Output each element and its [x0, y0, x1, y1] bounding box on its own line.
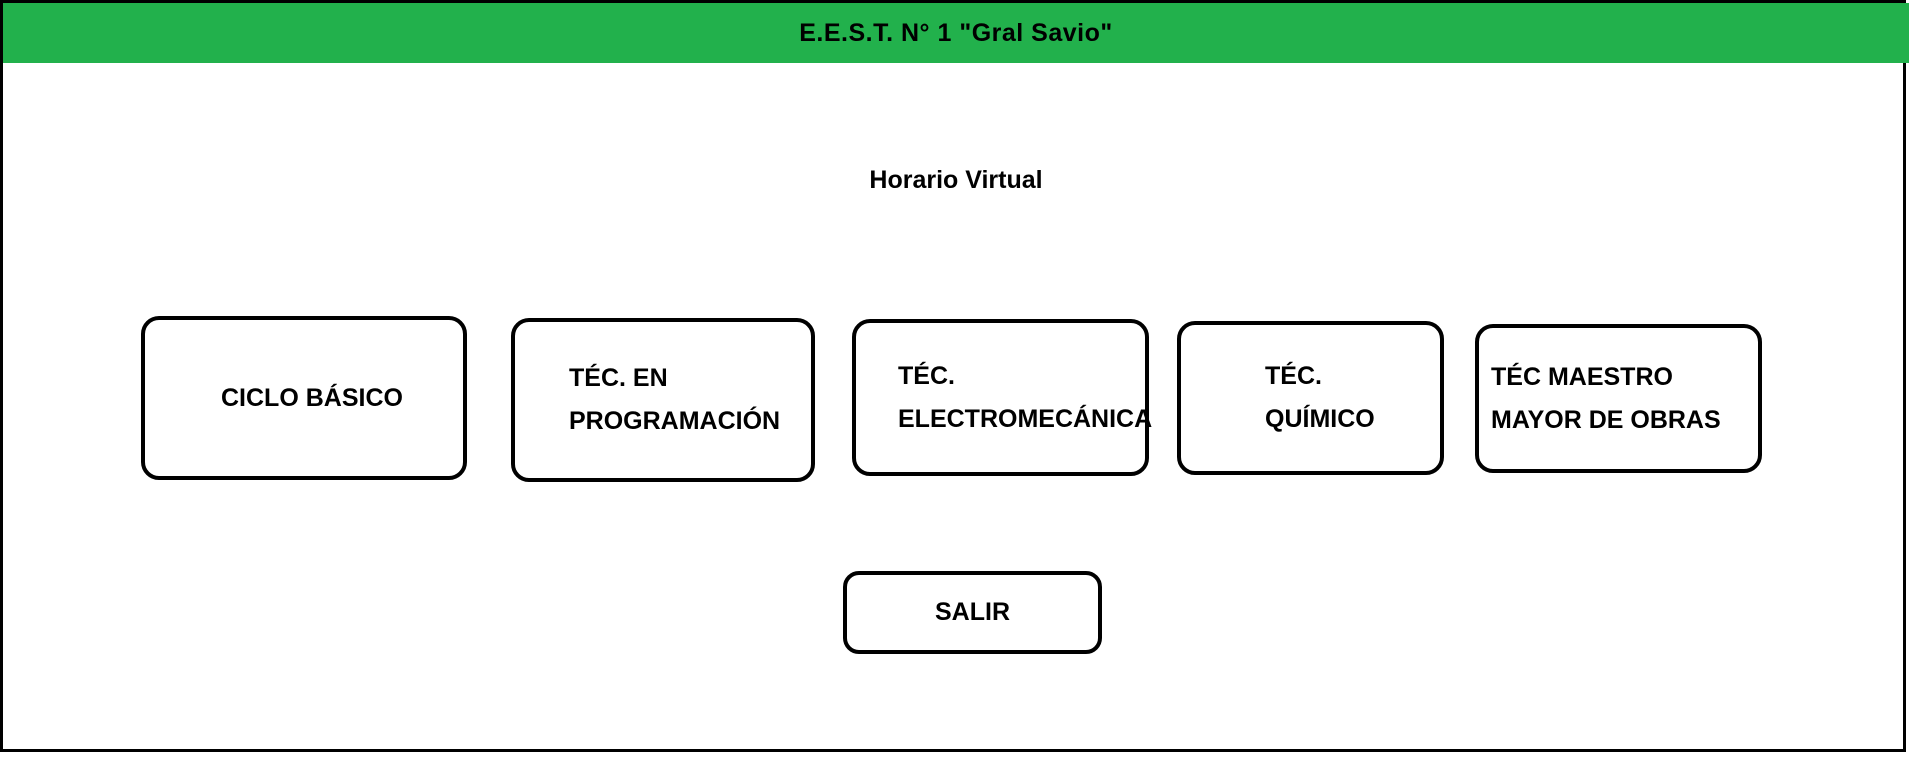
option-label-line1: TÉC. EN — [569, 364, 668, 392]
option-label: CICLO BÁSICO — [221, 383, 403, 412]
option-label-line2: MAYOR DE OBRAS — [1491, 405, 1721, 434]
option-label-line2: QUÍMICO — [1265, 405, 1375, 433]
school-title: E.E.S.T. N° 1 "Gral Savio" — [799, 18, 1113, 47]
page-title: Horario Virtual — [869, 166, 1043, 194]
ciclo-basico-button[interactable]: CICLO BÁSICO — [141, 316, 467, 480]
exit-label: SALIR — [935, 598, 1010, 626]
option-label-line2: ELECTROMECÁNICA — [898, 404, 1153, 433]
header-bar: E.E.S.T. N° 1 "Gral Savio" — [3, 3, 1909, 63]
tec-electromecanica-button[interactable]: TÉC. ELECTROMECÁNICA — [852, 319, 1153, 476]
tec-maestro-mayor-obras-button[interactable]: TÉC MAESTRO MAYOR DE OBRAS — [1475, 324, 1762, 473]
option-label-line1: TÉC. — [898, 361, 955, 390]
app-window: E.E.S.T. N° 1 "Gral Savio" Horario Virtu… — [0, 0, 1909, 752]
option-label-line2: PROGRAMACIÓN — [569, 407, 781, 435]
option-label-line1: TÉC. — [1265, 362, 1322, 390]
option-label-line1: TÉC MAESTRO — [1491, 362, 1673, 391]
exit-button[interactable]: SALIR — [843, 571, 1102, 654]
tec-quimico-button[interactable]: TÉC. QUÍMICO — [1177, 321, 1444, 475]
tec-programacion-button[interactable]: TÉC. EN PROGRAMACIÓN — [511, 318, 815, 482]
